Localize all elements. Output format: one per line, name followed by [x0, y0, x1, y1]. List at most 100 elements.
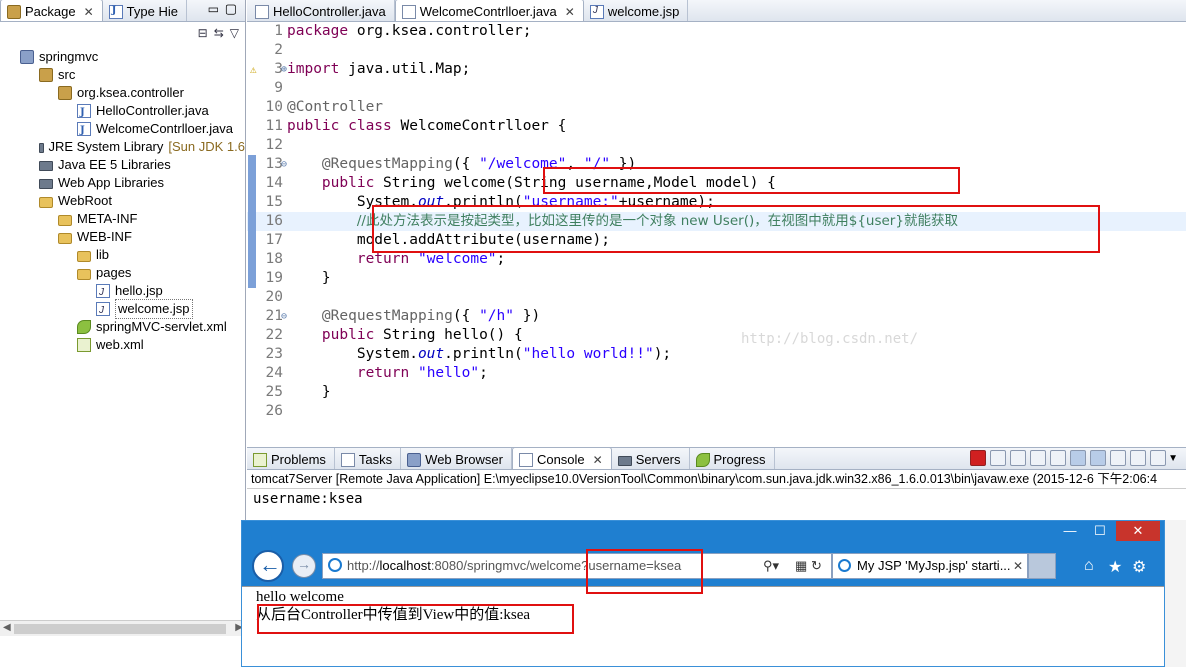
back-button[interactable]: [252, 550, 284, 582]
collapse-fold-icon[interactable]: ⊖: [281, 155, 287, 174]
favorites-icon[interactable]: ★: [1108, 557, 1122, 577]
minimize-icon[interactable]: —: [1056, 521, 1084, 541]
code-line[interactable]: 13 ⊖ @RequestMapping({ "/welcome", "/" }): [247, 155, 1186, 174]
pin-console-icon[interactable]: [1110, 450, 1127, 466]
tab-hello-controller[interactable]: HelloController.java: [249, 0, 395, 21]
console-tabbar: Problems Tasks Web Browser Console ✕ Serv…: [247, 447, 1186, 470]
code-token: "username:": [522, 194, 619, 210]
tab-package-explorer[interactable]: Package ✕: [0, 0, 103, 21]
tab-welcome-controller[interactable]: WelcomeContrlloer.java ✕: [394, 0, 584, 21]
tab-progress[interactable]: Progress: [690, 448, 775, 469]
word-wrap-icon[interactable]: [1070, 450, 1087, 466]
tree-item[interactable]: lib: [0, 246, 245, 264]
close-icon[interactable]: ✕: [1116, 521, 1160, 541]
code-area[interactable]: 1 package org.ksea.controller; 2 ⚠ 3 ⊕ import …: [247, 22, 1186, 447]
horizontal-scrollbar[interactable]: ◀ ▶: [0, 620, 246, 636]
code-line[interactable]: 23 System.out.println("hello world!!");: [247, 345, 1186, 364]
show-on-output-icon[interactable]: [1090, 450, 1107, 466]
code-line[interactable]: 18 return "welcome";: [247, 250, 1186, 269]
view-menu-icon[interactable]: ▽: [230, 26, 239, 40]
compat-icon[interactable]: ▦: [795, 554, 807, 578]
explorer-toolbar: ⊟ ⇆ ▽: [198, 26, 239, 40]
code-line[interactable]: 24 return "hello";: [247, 364, 1186, 383]
close-tab-icon[interactable]: ✕: [1013, 554, 1023, 578]
tree-item[interactable]: pages: [0, 264, 245, 282]
tree-item[interactable]: Java EE 5 Libraries: [0, 156, 245, 174]
link-editor-icon[interactable]: ⇆: [214, 26, 224, 40]
tree-item[interactable]: HelloController.java: [0, 102, 245, 122]
home-icon[interactable]: ⌂: [1084, 557, 1094, 575]
close-icon[interactable]: ✕: [593, 453, 603, 467]
code-line[interactable]: 19 }: [247, 269, 1186, 288]
tab-welcome-jsp[interactable]: welcome.jsp: [584, 0, 689, 21]
tree-item[interactable]: JRE System Library [Sun JDK 1.6: [0, 138, 245, 156]
view-menu-icon[interactable]: ▼: [1168, 453, 1178, 464]
code-token: .println(: [444, 346, 523, 362]
line-number: 2: [274, 42, 283, 58]
code-line[interactable]: 12: [247, 136, 1186, 155]
browser-tab[interactable]: My JSP 'MyJsp.jsp' starti... ✕: [832, 553, 1028, 579]
tree-item[interactable]: src: [0, 66, 245, 84]
expand-fold-icon[interactable]: ⊕: [281, 60, 287, 79]
tab-tasks[interactable]: Tasks: [335, 448, 402, 469]
tree-item[interactable]: web.xml: [0, 336, 245, 354]
code-line[interactable]: 26: [247, 402, 1186, 421]
collapse-all-icon[interactable]: ⊟: [198, 26, 208, 40]
code-line[interactable]: 15 System.out.println("username:"+userna…: [247, 193, 1186, 212]
gear-icon[interactable]: ⚙: [1132, 557, 1146, 577]
tree-item[interactable]: WelcomeContrlloer.java: [0, 120, 245, 140]
scrollbar-thumb[interactable]: [14, 624, 226, 634]
display-console-icon[interactable]: [1130, 450, 1147, 466]
forward-button[interactable]: [292, 554, 316, 578]
code-line[interactable]: 1 package org.ksea.controller;: [247, 22, 1186, 41]
close-icon[interactable]: ✕: [565, 5, 575, 19]
tab-type-hierarchy[interactable]: Type Hie: [103, 0, 187, 21]
code-token: org.ksea.controller;: [356, 23, 532, 39]
open-console-icon[interactable]: [1150, 450, 1167, 466]
address-bar[interactable]: http://localhost:8080/springmvc/welcome?…: [322, 553, 832, 579]
code-line[interactable]: 25 }: [247, 383, 1186, 402]
tab-problems[interactable]: Problems: [247, 448, 335, 469]
code-line[interactable]: 16 //此处方法表示是按起类型，比如这里传的是一个对象 new User()，…: [247, 212, 1186, 231]
scroll-lock-icon[interactable]: [1050, 450, 1067, 466]
remove-all-icon[interactable]: [1010, 450, 1027, 466]
minimize-icon[interactable]: ▭: [208, 2, 219, 16]
code-line[interactable]: 11 public class WelcomeContrlloer {: [247, 117, 1186, 136]
tree-item[interactable]: META-INF: [0, 210, 245, 228]
warning-icon[interactable]: ⚠: [250, 60, 260, 79]
code-line[interactable]: 14 public String welcome(String username…: [247, 174, 1186, 193]
code-line[interactable]: 10 @Controller: [247, 98, 1186, 117]
refresh-icon[interactable]: ↻: [811, 554, 822, 578]
tab-web-browser[interactable]: Web Browser: [401, 448, 512, 469]
code-token: "/welcome": [479, 156, 567, 172]
tab-console[interactable]: Console ✕: [511, 447, 612, 469]
maximize-icon[interactable]: ☐: [1086, 521, 1114, 541]
code-line[interactable]: 9: [247, 79, 1186, 98]
clear-console-icon[interactable]: [1030, 450, 1047, 466]
tree-item[interactable]: WebRoot: [0, 192, 245, 210]
page-text-line1: hello welcome: [256, 589, 344, 605]
terminate-icon[interactable]: [970, 450, 987, 466]
tree-item[interactable]: org.ksea.controller: [0, 84, 245, 102]
tab-servers[interactable]: Servers: [612, 448, 690, 469]
close-icon[interactable]: ✕: [84, 5, 94, 19]
code-line[interactable]: 22 public String hello() {: [247, 326, 1186, 345]
code-line[interactable]: 17 model.addAttribute(username);: [247, 231, 1186, 250]
code-line[interactable]: 21 ⊖ @RequestMapping({ "/h" }): [247, 307, 1186, 326]
code-line[interactable]: 20: [247, 288, 1186, 307]
collapse-fold-icon[interactable]: ⊖: [281, 307, 287, 326]
new-tab-area[interactable]: [1028, 553, 1056, 579]
maximize-icon[interactable]: ▢: [225, 1, 237, 17]
tree-item[interactable]: springMVC-servlet.xml: [0, 318, 245, 336]
tasks-icon: [340, 452, 355, 467]
scroll-left-icon[interactable]: ◀: [3, 622, 11, 633]
tree-item[interactable]: hello.jsp: [0, 282, 245, 302]
tree-item[interactable]: springmvc: [0, 48, 245, 66]
tree-item[interactable]: WEB-INF: [0, 228, 245, 246]
code-line[interactable]: 2: [247, 41, 1186, 60]
tree-item[interactable]: welcome.jsp: [0, 299, 245, 320]
remove-launch-icon[interactable]: [990, 450, 1007, 466]
tree-item[interactable]: Web App Libraries: [0, 174, 245, 192]
code-line[interactable]: ⚠ 3 ⊕ import java.util.Map;: [247, 60, 1186, 79]
search-icon[interactable]: ⚲▾: [763, 554, 779, 578]
